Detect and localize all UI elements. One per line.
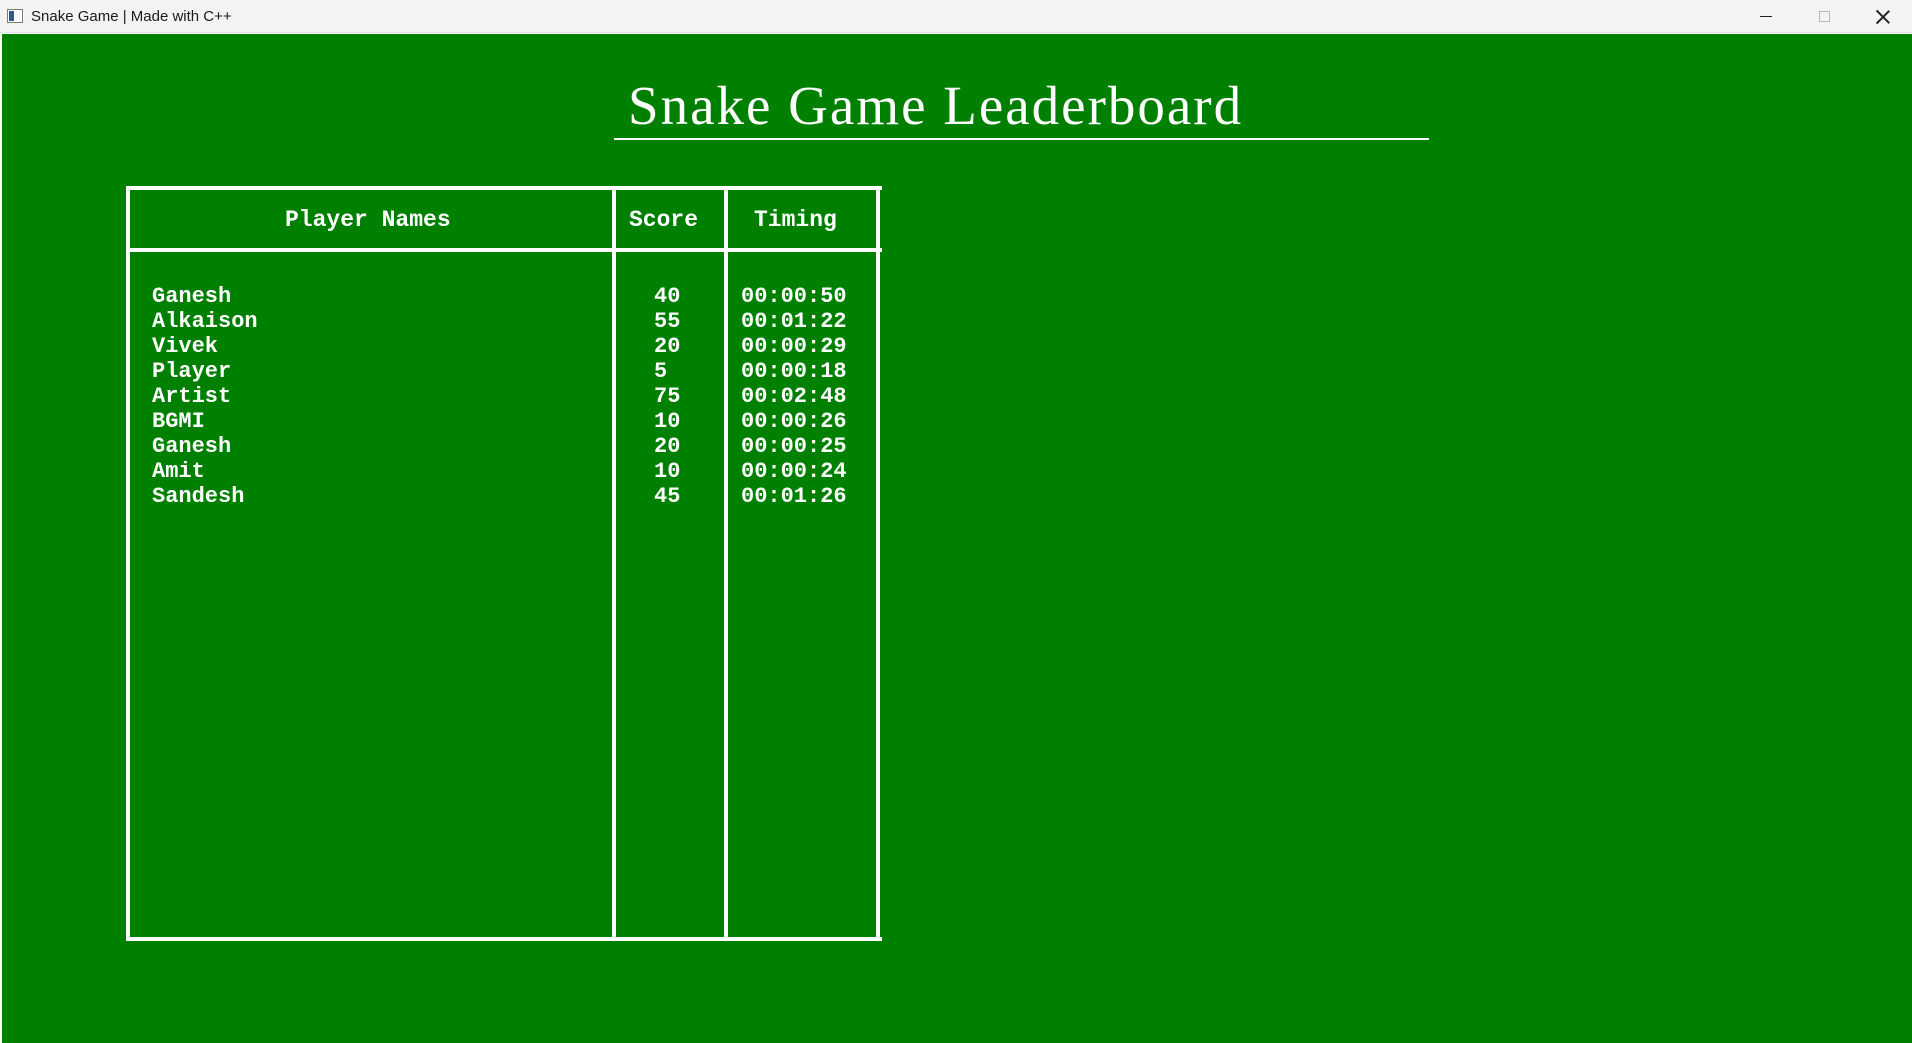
header-timing: Timing [754,207,837,233]
player-score: 40 [654,284,681,309]
player-score: 45 [654,484,681,509]
window-title: Snake Game | Made with C++ [31,8,232,25]
player-timing: 00:00:26 [741,409,847,434]
player-score: 20 [654,434,681,459]
player-timing: 00:01:22 [741,309,847,334]
minimize-button[interactable] [1737,0,1795,33]
player-name: Alkaison [152,309,258,334]
player-name: Player [152,359,232,384]
table-border-right [876,186,880,941]
player-timing: 00:01:26 [741,484,847,509]
player-timing: 00:00:29 [741,334,847,359]
close-button[interactable] [1854,0,1912,33]
player-name: Amit [152,459,205,484]
player-score: 55 [654,309,681,334]
player-timing: 00:02:48 [741,384,847,409]
player-score: 10 [654,409,681,434]
table-header-divider [126,248,882,252]
table-border-left [126,186,130,941]
player-names-column: Ganesh Alkaison Vivek Player Artist BGMI… [152,284,258,509]
player-score: 5 [654,359,668,384]
player-name: BGMI [152,409,205,434]
close-icon [1876,10,1890,24]
maximize-icon [1818,11,1830,22]
column-divider-score-timing [724,186,728,941]
title-underline [614,138,1429,140]
leaderboard-title: Snake Game Leaderboard [628,75,1244,136]
maximize-button[interactable] [1795,0,1853,33]
header-score: Score [629,207,699,233]
player-timing: 00:00:18 [741,359,847,384]
player-name: Artist [152,384,232,409]
game-canvas: Snake Game Leaderboard Player Names Scor… [2,34,1912,1043]
player-score: 75 [654,384,681,409]
player-timing: 00:00:24 [741,459,847,484]
timing-column: 00:00:50 00:01:22 00:00:29 00:00:18 00:0… [741,284,847,509]
player-name: Ganesh [152,284,232,309]
column-divider-name-score [612,186,616,941]
player-name: Ganesh [152,434,232,459]
player-name: Vivek [152,334,219,359]
table-border-top [126,186,882,190]
app-icon [7,9,23,23]
player-timing: 00:00:50 [741,284,847,309]
player-timing: 00:00:25 [741,434,847,459]
score-column: 40 55 20 5 75 10 20 10 45 [654,284,680,509]
player-score: 10 [654,459,681,484]
minimize-icon [1760,16,1772,17]
header-player-names: Player Names [285,207,451,233]
player-score: 20 [654,334,681,359]
table-border-bottom [126,937,882,941]
player-name: Sandesh [152,484,245,509]
window-title-bar: Snake Game | Made with C++ [0,0,1912,33]
